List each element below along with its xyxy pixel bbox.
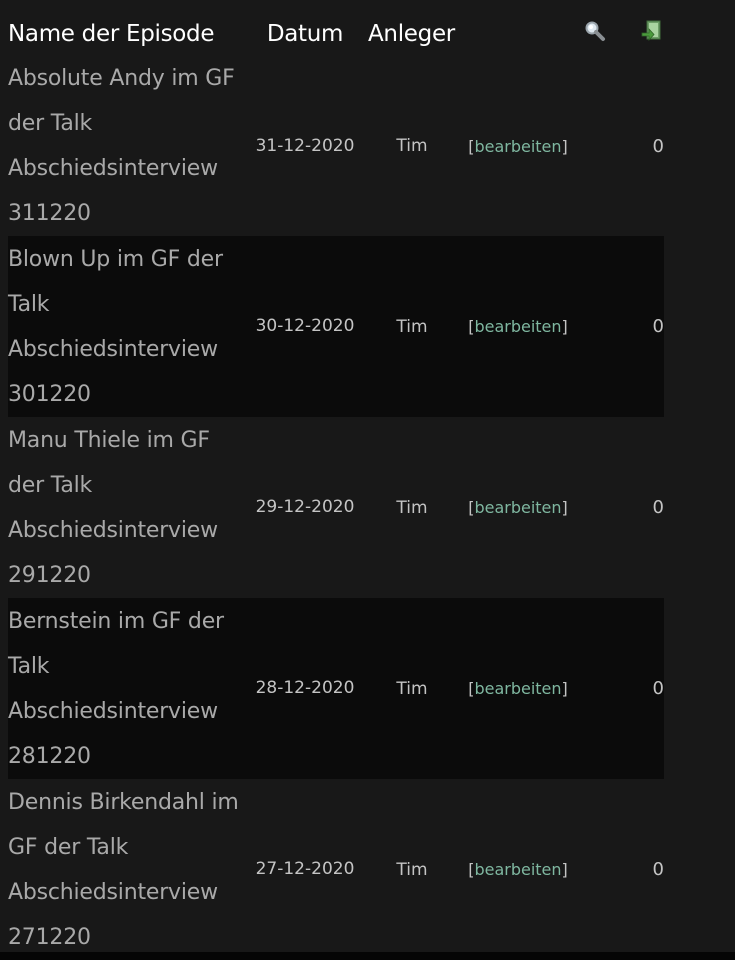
export-icon[interactable] (640, 19, 662, 49)
search-icon[interactable] (583, 19, 607, 49)
episode-name[interactable]: Bernstein im GF der Talk Abschiedsinterv… (8, 598, 248, 779)
episode-list-page: Name der Episode Datum Anleger Absolute … (0, 0, 735, 960)
header-creator[interactable]: Anleger (362, 12, 462, 56)
episode-name[interactable]: Absolute Andy im GF der Talk Abschiedsin… (8, 56, 248, 236)
episode-creator: Tim (362, 417, 462, 598)
table-row: Blown Up im GF der Talk Abschiedsintervi… (8, 236, 664, 417)
table-row: Absolute Andy im GF der Talk Abschiedsin… (8, 56, 664, 236)
episode-name[interactable]: Blown Up im GF der Talk Abschiedsintervi… (8, 236, 248, 417)
episode-date: 31-12-2020 (248, 56, 362, 236)
edit-cell: [bearbeiten] (462, 56, 574, 236)
header-name[interactable]: Name der Episode (8, 12, 248, 56)
episode-date: 30-12-2020 (248, 236, 362, 417)
episode-count: 0 (574, 417, 664, 598)
edit-link[interactable]: bearbeiten (474, 137, 561, 156)
episode-creator: Tim (362, 236, 462, 417)
episode-table: Name der Episode Datum Anleger Absolute … (8, 12, 664, 960)
episode-count: 0 (574, 56, 664, 236)
episode-creator: Tim (362, 56, 462, 236)
edit-bracket-close: ] (561, 317, 568, 336)
episode-date: 29-12-2020 (248, 417, 362, 598)
edit-bracket-close: ] (561, 860, 568, 879)
episode-date: 27-12-2020 (248, 779, 362, 960)
edit-cell: [bearbeiten] (462, 417, 574, 598)
edit-link[interactable]: bearbeiten (474, 860, 561, 879)
edit-cell: [bearbeiten] (462, 779, 574, 960)
episode-creator: Tim (362, 598, 462, 779)
episode-count: 0 (574, 236, 664, 417)
header-date[interactable]: Datum (248, 12, 362, 56)
episode-rows: Absolute Andy im GF der Talk Abschiedsin… (8, 56, 664, 960)
episode-count: 0 (574, 598, 664, 779)
episode-date: 28-12-2020 (248, 598, 362, 779)
bottom-bar (0, 952, 735, 960)
edit-bracket-close: ] (561, 136, 568, 156)
table-header-row: Name der Episode Datum Anleger (8, 12, 664, 56)
edit-cell: [bearbeiten] (462, 236, 574, 417)
header-spacer (462, 12, 574, 56)
episode-creator: Tim (362, 779, 462, 960)
table-row: Bernstein im GF der Talk Abschiedsinterv… (8, 598, 664, 779)
episode-name[interactable]: Manu Thiele im GF der Talk Abschiedsinte… (8, 417, 248, 598)
table-row: Dennis Birkendahl im GF der Talk Abschie… (8, 779, 664, 960)
edit-bracket-close: ] (561, 679, 568, 698)
episode-name[interactable]: Dennis Birkendahl im GF der Talk Abschie… (8, 779, 248, 960)
edit-link[interactable]: bearbeiten (474, 679, 561, 698)
episode-count: 0 (574, 779, 664, 960)
edit-link[interactable]: bearbeiten (474, 317, 561, 336)
edit-bracket-close: ] (561, 498, 568, 517)
table-row: Manu Thiele im GF der Talk Abschiedsinte… (8, 417, 664, 598)
edit-cell: [bearbeiten] (462, 598, 574, 779)
header-icons (574, 12, 664, 56)
edit-link[interactable]: bearbeiten (474, 498, 561, 517)
